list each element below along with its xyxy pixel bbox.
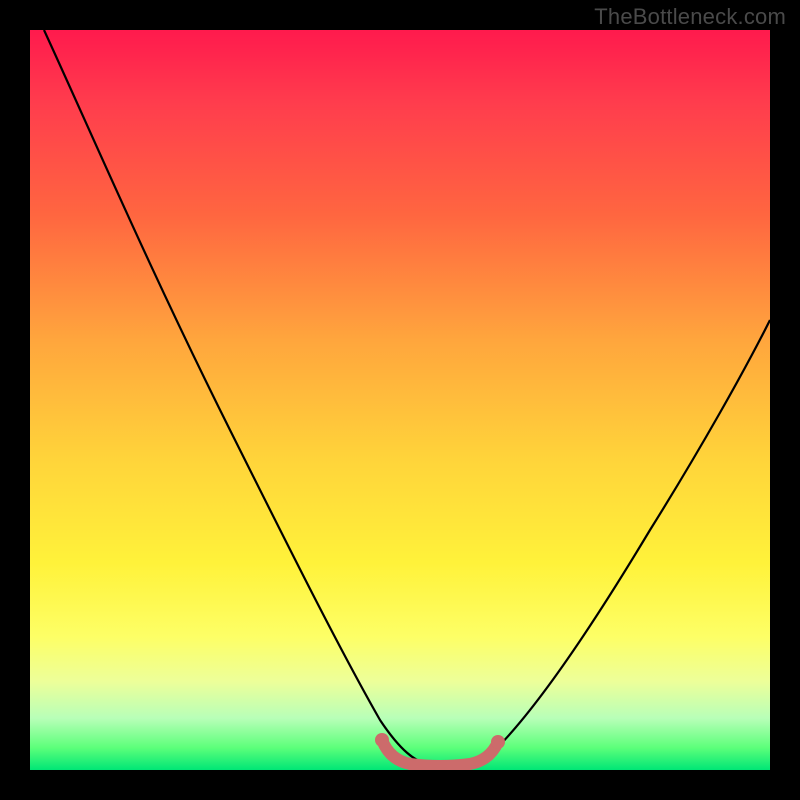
dip-dot-right [491, 735, 505, 749]
dip-dot-left [375, 733, 389, 747]
bottleneck-curve-path [44, 30, 770, 766]
curve-svg [30, 30, 770, 770]
attribution-label: TheBottleneck.com [594, 4, 786, 30]
chart-frame: TheBottleneck.com [0, 0, 800, 800]
plot-area [30, 30, 770, 770]
